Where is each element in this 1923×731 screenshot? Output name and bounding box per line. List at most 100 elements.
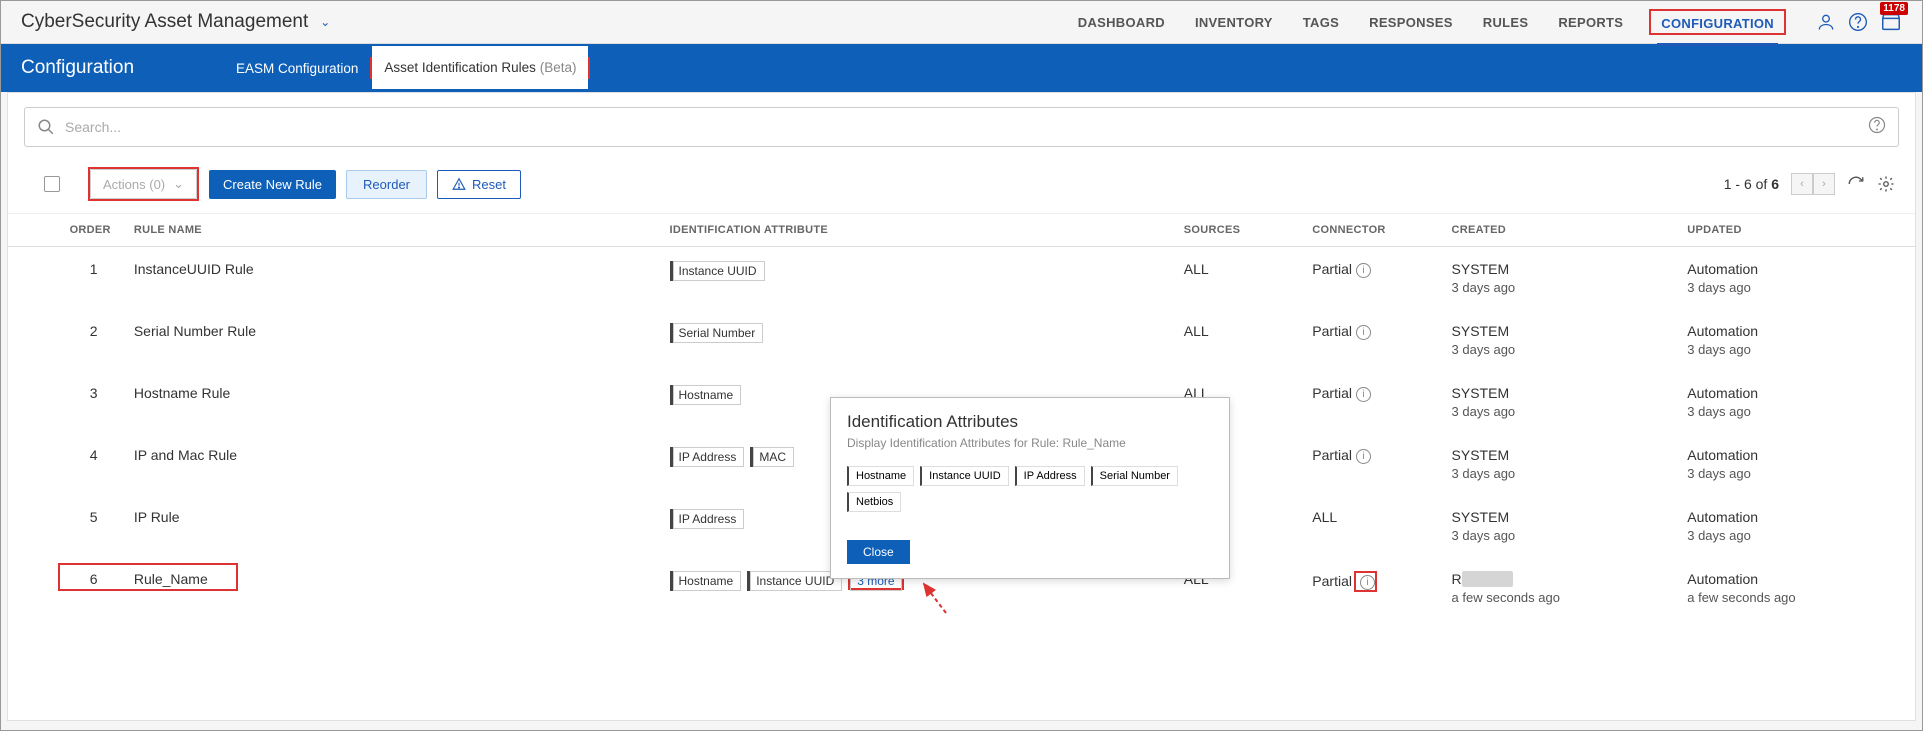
nav-item-inventory[interactable]: INVENTORY (1191, 3, 1277, 42)
app-switcher-chevron-icon[interactable]: ⌄ (320, 15, 330, 29)
updated-time: 3 days ago (1687, 528, 1907, 543)
created-by: SYSTEM (1452, 385, 1672, 401)
reorder-button[interactable]: Reorder (346, 170, 427, 199)
popup-close-button[interactable]: Close (847, 540, 910, 564)
pagination: 1 - 6 of 6 ‹ › (1724, 173, 1895, 195)
search-help-icon[interactable] (1868, 116, 1886, 139)
page-title: Configuration (21, 57, 134, 79)
create-new-rule-button[interactable]: Create New Rule (209, 170, 336, 199)
inbox-icon[interactable]: 1178 (1880, 11, 1902, 33)
highlight-box-tab: Asset Identification Rules (Beta) (370, 57, 590, 79)
attribute-chip: Hostname (670, 385, 742, 405)
popup-chip: Serial Number (1091, 466, 1178, 486)
updated-by: Automation (1687, 385, 1907, 401)
attribute-chip: MAC (750, 447, 794, 467)
updated-time: a few seconds ago (1687, 590, 1907, 605)
order-value: 3 (90, 385, 98, 401)
connector-value: Partial (1312, 261, 1352, 277)
popup-chip: Hostname (847, 466, 914, 486)
attribute-chip: Instance UUID (670, 261, 765, 281)
updated-by: Automation (1687, 323, 1907, 339)
rule-name: InstanceUUID Rule (126, 247, 662, 310)
beta-suffix: (Beta) (540, 60, 577, 75)
created-time: 3 days ago (1452, 528, 1672, 543)
created-time: 3 days ago (1452, 280, 1672, 295)
attributes-popup: Identification Attributes Display Identi… (830, 397, 1230, 579)
popup-title: Identification Attributes (847, 412, 1213, 432)
order-value: 1 (90, 261, 98, 277)
nav-item-tags[interactable]: TAGS (1299, 3, 1343, 42)
created-by: SYSTEM (1452, 261, 1672, 277)
top-header: CyberSecurity Asset Management ⌄ DASHBOA… (1, 1, 1922, 44)
info-icon[interactable]: i (1360, 575, 1375, 590)
order-value: 4 (90, 447, 98, 463)
created-by: SYSTEM (1452, 323, 1672, 339)
header-icons: 1178 (1816, 11, 1902, 33)
nav-item-dashboard[interactable]: DASHBOARD (1074, 3, 1169, 42)
user-icon[interactable] (1816, 12, 1836, 32)
col-rulename[interactable]: RULE NAME (126, 214, 662, 247)
warning-icon (452, 177, 466, 191)
tab-easm-config[interactable]: EASM Configuration (224, 47, 370, 90)
rule-name: Serial Number Rule (126, 309, 662, 371)
popup-chip: IP Address (1015, 466, 1085, 486)
info-icon[interactable]: i (1356, 387, 1371, 402)
toolbar: Actions (0) ⌄ Create New Rule Reorder Re… (8, 161, 1915, 214)
connector-value: ALL (1312, 509, 1337, 525)
search-input[interactable] (65, 119, 1868, 135)
created-time: 3 days ago (1452, 466, 1672, 481)
chevron-down-icon: ⌄ (173, 176, 184, 192)
sources-value: ALL (1176, 247, 1305, 310)
pager-next-button[interactable]: › (1813, 173, 1835, 195)
info-icon[interactable]: i (1356, 325, 1371, 340)
attribute-chip: Serial Number (670, 323, 764, 343)
tab-asset-id-rules-label: Asset Identification Rules (384, 60, 536, 75)
order-value: 2 (90, 323, 98, 339)
created-by: SYSTEM (1452, 509, 1672, 525)
config-bar: Configuration EASM Configuration Asset I… (1, 44, 1922, 92)
created-time: 3 days ago (1452, 404, 1672, 419)
reset-label: Reset (472, 177, 506, 192)
highlight-box-row (58, 563, 238, 591)
col-attribute[interactable]: IDENTIFICATION ATTRIBUTE (662, 214, 1176, 247)
search-icon (37, 118, 55, 136)
highlight-box-actions: Actions (0) ⌄ (88, 167, 199, 201)
updated-by: Automation (1687, 571, 1907, 587)
created-time: 3 days ago (1452, 342, 1672, 357)
connector-value: Partial (1312, 447, 1352, 463)
order-value: 5 (90, 509, 98, 525)
nav-item-responses[interactable]: RESPONSES (1365, 3, 1457, 42)
attribute-chip: Hostname (670, 571, 742, 591)
help-icon[interactable] (1848, 12, 1868, 32)
refresh-icon[interactable] (1847, 175, 1865, 193)
nav-item-reports[interactable]: REPORTS (1554, 3, 1627, 42)
info-icon[interactable]: i (1356, 449, 1371, 464)
col-order[interactable]: ORDER (62, 214, 126, 247)
search-bar (24, 107, 1899, 147)
actions-dropdown[interactable]: Actions (0) ⌄ (90, 169, 197, 199)
rule-name: IP and Mac Rule (126, 433, 662, 495)
attribute-chip: IP Address (670, 447, 745, 467)
table-row[interactable]: 2Serial Number RuleSerial NumberALLParti… (8, 309, 1915, 371)
table-row[interactable]: 1 InstanceUUID Rule Instance UUID ALL Partia… (8, 247, 1915, 310)
popup-chip-row: Hostname Instance UUID IP Address Serial Nu… (847, 466, 1213, 512)
tab-asset-id-rules[interactable]: Asset Identification Rules (Beta) (372, 46, 588, 89)
nav-item-rules[interactable]: RULES (1479, 3, 1533, 42)
col-created[interactable]: CREATED (1444, 214, 1680, 247)
connector-value: Partial (1312, 323, 1352, 339)
top-nav: DASHBOARD INVENTORY TAGS RESPONSES RULES REPO… (1074, 3, 1786, 42)
nav-item-configuration[interactable]: CONFIGURATION (1657, 4, 1778, 46)
settings-gear-icon[interactable] (1877, 175, 1895, 193)
col-updated[interactable]: UPDATED (1679, 214, 1915, 247)
app-title: CyberSecurity Asset Management (21, 11, 308, 33)
col-sources[interactable]: SOURCES (1176, 214, 1305, 247)
col-connector[interactable]: CONNECTOR (1304, 214, 1443, 247)
select-all-checkbox[interactable] (44, 176, 60, 192)
rule-name: Hostname Rule (126, 371, 662, 433)
reset-button[interactable]: Reset (437, 170, 521, 199)
popup-subtitle: Display Identification Attributes for Ru… (847, 436, 1213, 450)
info-icon[interactable]: i (1356, 263, 1371, 278)
pager-prev-button[interactable]: ‹ (1791, 173, 1813, 195)
popup-chip: Instance UUID (920, 466, 1009, 486)
created-time: a few seconds ago (1452, 590, 1672, 605)
